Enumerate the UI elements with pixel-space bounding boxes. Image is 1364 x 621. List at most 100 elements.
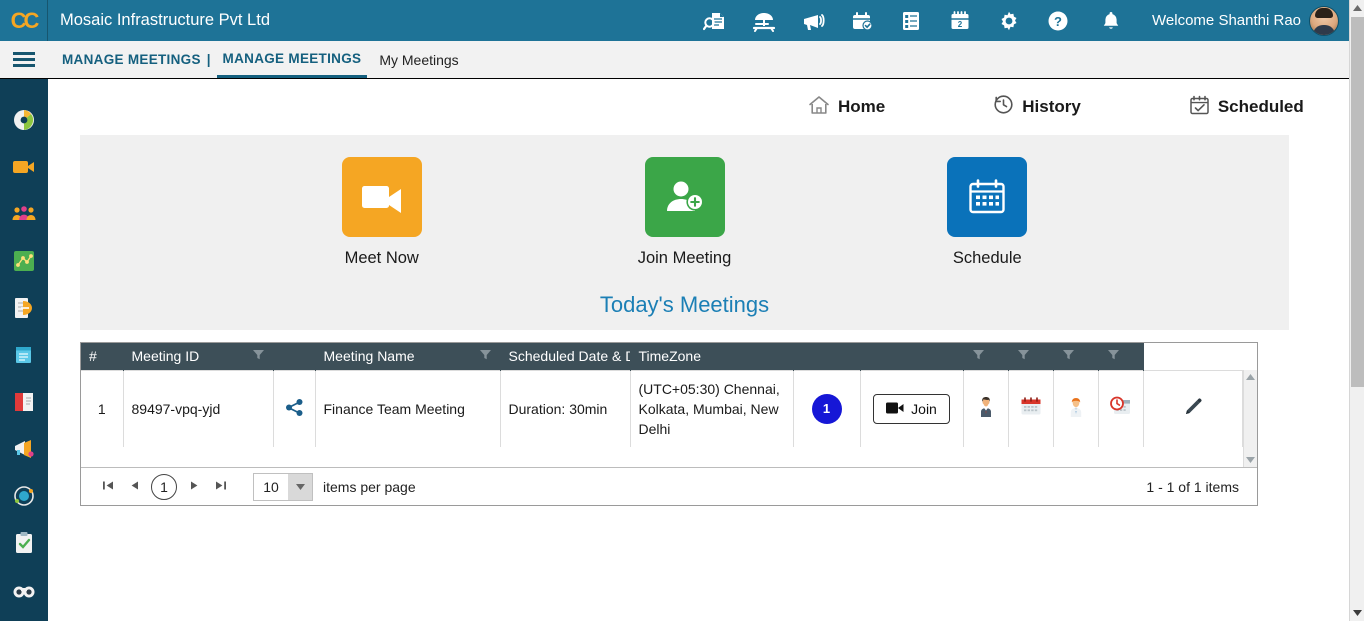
join-button-label: Join <box>911 400 937 417</box>
svg-text:?: ? <box>1054 14 1062 29</box>
share-icon <box>285 398 304 420</box>
sidebar-item-teams[interactable] <box>11 201 37 227</box>
help-circle-icon[interactable]: ? <box>1033 0 1082 41</box>
home-icon <box>808 95 830 120</box>
avatar[interactable] <box>1309 5 1339 36</box>
top-header-bar: CC Mosaic Infrastructure Pvt Ltd 2 ? Wel… <box>0 0 1349 41</box>
page-scroll-up-icon[interactable] <box>1350 0 1364 16</box>
edit-meeting-icon-cell[interactable] <box>1143 369 1243 448</box>
page-scroll-thumb[interactable] <box>1351 17 1364 387</box>
schedule-label: Schedule <box>952 249 1022 267</box>
tab-my-meetings[interactable]: My Meetings <box>367 41 470 78</box>
quicknav-scheduled[interactable]: Scheduled <box>1189 95 1304 120</box>
quicknav-home-label: Home <box>838 97 886 116</box>
col-timezone-label: TimeZone <box>638 348 702 365</box>
filter-icon-action-3[interactable] <box>1062 348 1075 364</box>
host-icon-cell[interactable] <box>1053 369 1099 448</box>
join-meeting-tile-square <box>644 157 725 237</box>
cell-join: Join <box>860 369 964 448</box>
grid-scroll-down-icon[interactable] <box>1244 453 1257 467</box>
page-title: Today's Meetings <box>599 292 770 317</box>
sidebar-item-documents[interactable] <box>11 295 37 321</box>
meetings-grid: # Meeting ID Meeting Name Scheduled Date… <box>80 342 1258 506</box>
sidebar-item-meetings[interactable] <box>11 154 37 180</box>
table-header-row: # Meeting ID Meeting Name Scheduled Date… <box>81 343 1243 370</box>
sidebar-item-settings[interactable] <box>11 483 37 509</box>
col-meeting-id: Meeting ID <box>123 343 274 370</box>
attendees-icon-cell[interactable] <box>963 369 1009 448</box>
quicknav-history-label: History <box>1022 97 1081 116</box>
filter-icon-action-1[interactable] <box>972 348 985 364</box>
breadcrumb: MANAGE MEETINGS <box>48 41 201 78</box>
chevron-down-icon <box>288 473 312 500</box>
sidebar-item-network[interactable] <box>11 248 37 274</box>
col-index: # <box>81 343 124 370</box>
sidebar-item-more[interactable] <box>11 577 37 603</box>
col-index-label: # <box>89 348 97 365</box>
megaphone-icon[interactable] <box>788 0 837 41</box>
page-scroll-down-icon[interactable] <box>1350 605 1364 621</box>
cell-meeting-name: Finance Team Meeting <box>315 369 501 448</box>
filter-icon-action-2[interactable] <box>1017 348 1030 364</box>
cancel-meeting-icon-cell[interactable] <box>1098 369 1144 448</box>
quicknav-history[interactable]: History <box>993 94 1081 120</box>
page-first-icon[interactable] <box>95 480 121 494</box>
breadcrumb-separator: | <box>206 52 211 67</box>
reschedule-icon-cell[interactable] <box>1008 369 1054 448</box>
grid-vertical-scrollbar[interactable] <box>1243 370 1257 467</box>
col-meeting-name: Meeting Name <box>315 343 501 370</box>
sidebar-item-reports[interactable] <box>11 389 37 415</box>
person-suit-icon <box>976 397 996 421</box>
meet-now-tile[interactable]: Meet Now <box>341 157 422 268</box>
organization-title: Mosaic Infrastructure Pvt Ltd <box>60 11 270 29</box>
calendar-day-icon[interactable]: 2 <box>935 0 984 41</box>
breadcrumb-nav-bar: MANAGE MEETINGS | MANAGE MEETINGS My Mee… <box>0 41 1349 79</box>
cell-timezone: (UTC+05:30) Chennai, Kolkata, Mumbai, Ne… <box>630 369 794 448</box>
sidebar-item-tasks[interactable] <box>11 530 37 556</box>
sidebar-item-announcements[interactable] <box>11 436 37 462</box>
page-last-icon[interactable] <box>207 480 233 494</box>
checklist-icon[interactable] <box>886 0 935 41</box>
app-logo[interactable]: CC <box>0 0 48 41</box>
status-badge: 1 <box>811 393 842 424</box>
schedule-tile[interactable]: Schedule <box>947 157 1028 268</box>
filter-icon-meeting-name[interactable] <box>479 348 492 364</box>
table-row[interactable]: 1 89497-vpq-yjd Finance Team Meeting Dur… <box>81 369 1243 448</box>
hamburger-menu-icon[interactable] <box>0 41 48 78</box>
cell-attendee-count[interactable]: 1 <box>793 369 861 448</box>
items-per-page-label: items per page <box>323 478 416 495</box>
page-vertical-scrollbar[interactable] <box>1349 0 1364 621</box>
page-prev-icon[interactable] <box>121 480 147 494</box>
document-search-icon[interactable] <box>690 0 739 41</box>
page-next-icon[interactable] <box>181 480 207 494</box>
col-attendees <box>793 343 861 370</box>
person-orange-icon <box>1066 398 1086 421</box>
bell-icon[interactable] <box>1082 0 1140 41</box>
sidebar-item-dashboard[interactable] <box>11 107 37 133</box>
join-meeting-tile[interactable]: Join Meeting <box>638 157 731 268</box>
grid-scroll-up-icon[interactable] <box>1244 370 1257 384</box>
calendar-check-icon[interactable] <box>837 0 886 41</box>
join-button[interactable]: Join <box>873 393 950 424</box>
col-share <box>273 343 316 370</box>
quicknav-home[interactable]: Home <box>808 95 885 120</box>
cell-meeting-id: 89497-vpq-yjd <box>123 369 274 448</box>
col-join <box>860 343 964 370</box>
breadcrumb-root[interactable]: MANAGE MEETINGS <box>62 52 201 67</box>
sidebar-item-notes[interactable] <box>11 342 37 368</box>
share-meeting-button[interactable] <box>273 369 316 448</box>
filter-icon-action-4[interactable] <box>1107 348 1120 364</box>
cell-index: 1 <box>81 369 124 448</box>
page-size-value: 10 <box>263 478 279 495</box>
beach-umbrella-icon[interactable] <box>739 0 788 41</box>
calendar-scheduled-icon <box>1189 95 1210 120</box>
col-scheduled-date-label: Scheduled Date & D... <box>508 348 630 365</box>
filter-icon-meeting-id[interactable] <box>252 348 265 364</box>
breadcrumb-active[interactable]: MANAGE MEETINGS <box>216 41 368 78</box>
page-number-1[interactable]: 1 <box>151 473 177 500</box>
actions-panel: Meet Now Join Meeting Schedule Today's M… <box>80 135 1289 330</box>
gear-icon[interactable] <box>984 0 1033 41</box>
meet-now-label: Meet Now <box>344 249 419 267</box>
calendar-red-icon <box>1020 397 1042 420</box>
page-size-select[interactable]: 10 <box>253 472 313 501</box>
